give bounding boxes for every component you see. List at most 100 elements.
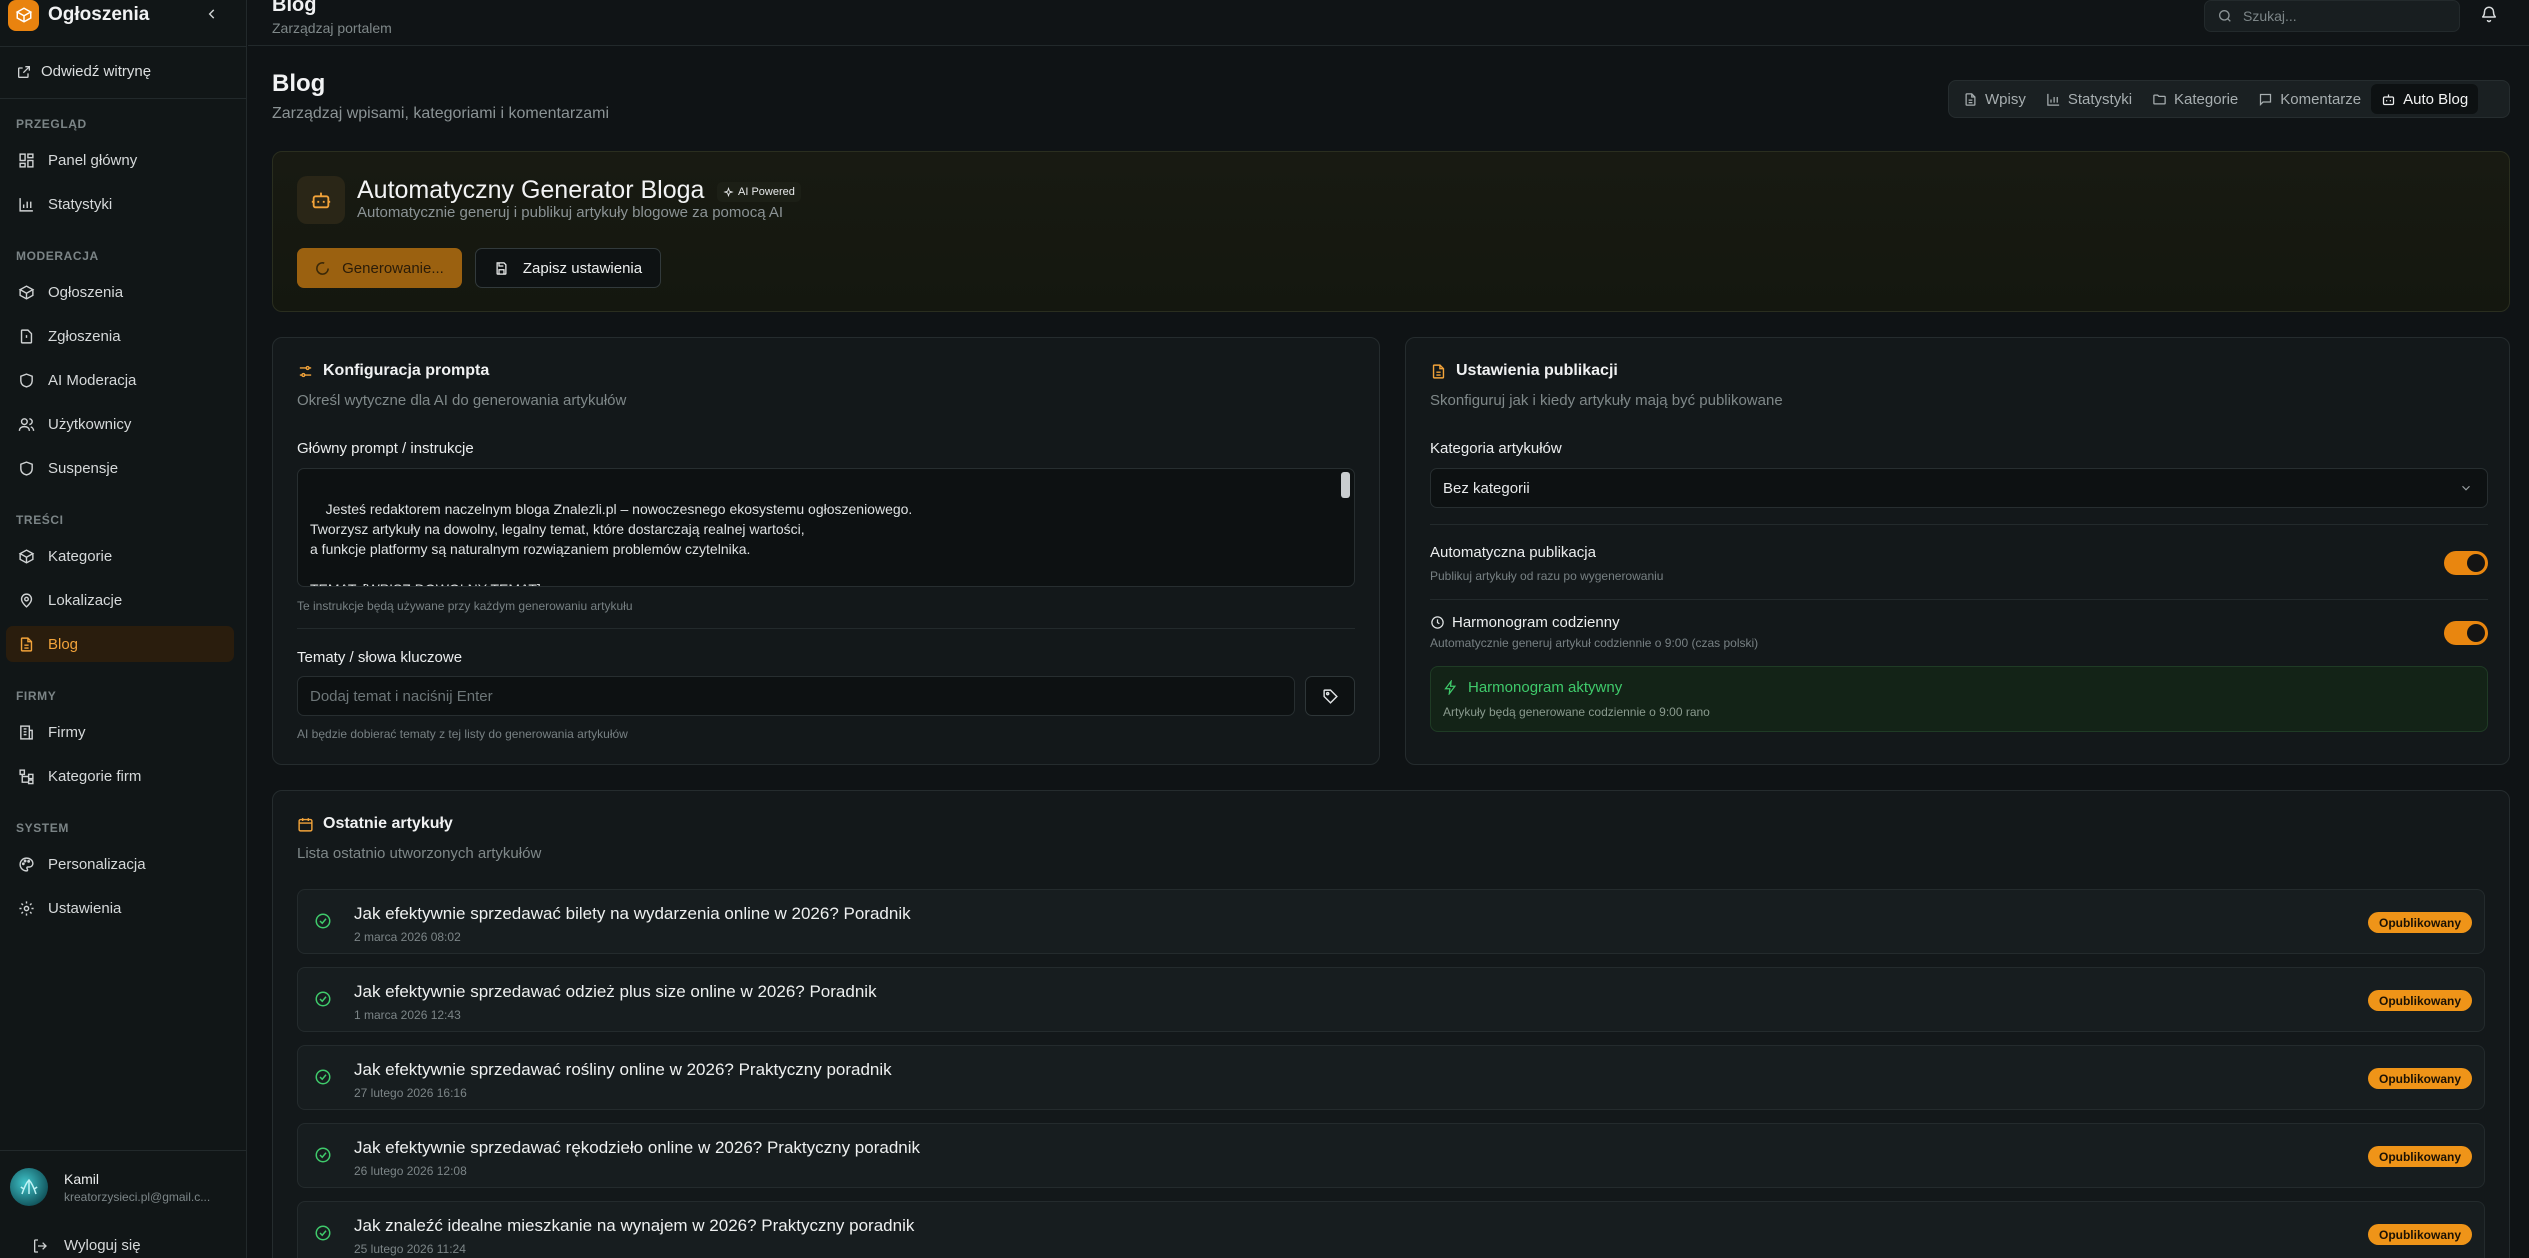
sidebar-item-firm-categories[interactable]: Kategorie firm [6, 758, 234, 794]
grid-icon [17, 151, 35, 169]
search-input[interactable]: Szukaj... [2204, 0, 2460, 32]
generate-button[interactable]: Generowanie... [297, 248, 462, 288]
tab-posts[interactable]: Wpisy [1953, 84, 2036, 114]
brand[interactable]: Ogłoszenia [8, 0, 149, 31]
sidebar-item-firms[interactable]: Firmy [6, 714, 234, 750]
sidebar-item-label: Personalizacja [48, 855, 146, 873]
add-topic-button[interactable] [1305, 676, 1355, 716]
sidebar-item-users[interactable]: Użytkownicy [6, 406, 234, 442]
article-title: Jak efektywnie sprzedawać rośliny online… [354, 1060, 892, 1079]
calendar-icon [297, 816, 314, 833]
tab-label: Auto Blog [2403, 90, 2469, 108]
search-placeholder: Szukaj... [2243, 8, 2297, 24]
topbar-title: Blog [272, 0, 317, 16]
sidebar-item-stats[interactable]: Statystyki [6, 186, 234, 222]
logout-button[interactable]: Wyloguj się [34, 1237, 141, 1254]
tab-label: Wpisy [1985, 90, 2026, 108]
check-circle-icon [314, 1068, 332, 1086]
generator-subtitle: Automatycznie generuj i publikuj artykuł… [357, 204, 784, 221]
topbar-subtitle: Zarządzaj portalem [272, 20, 392, 36]
category-select[interactable]: Bez kategorii [1430, 468, 2488, 508]
tab-categories[interactable]: Kategorie [2142, 84, 2248, 114]
save-settings-button[interactable]: Zapisz ustawienia [475, 248, 661, 288]
check-circle-icon [314, 1146, 332, 1164]
sidebar-item-reports[interactable]: Zgłoszenia [6, 318, 234, 354]
map-pin-icon [17, 591, 35, 609]
topics-input[interactable]: Dodaj temat i naciśnij Enter [297, 676, 1295, 716]
search-icon [2217, 8, 2233, 27]
building-icon [17, 723, 35, 741]
list-item[interactable]: Jak efektywnie sprzedawać rośliny online… [297, 1045, 2485, 1110]
check-circle-icon [314, 912, 332, 930]
topics-label: Tematy / słowa kluczowe [297, 649, 463, 666]
schedule-toggle[interactable] [2444, 621, 2488, 645]
schedule-active-notice: Harmonogram aktywny Artykuły będą genero… [1430, 666, 2488, 732]
recent-articles-subtitle: Lista ostatnio utworzonych artykułów [297, 845, 542, 862]
package-icon [17, 283, 35, 301]
tab-stats[interactable]: Statystyki [2036, 84, 2142, 114]
list-item[interactable]: Jak efektywnie sprzedawać rękodzieło onl… [297, 1123, 2485, 1188]
prompt-config-subtitle: Określ wytyczne dla AI do generowania ar… [297, 392, 627, 409]
sidebar-item-label: Blog [48, 635, 79, 653]
article-date: 1 marca 2026 12:43 [354, 1008, 461, 1022]
sidebar-item-personalization[interactable]: Personalizacja [6, 846, 234, 882]
message-icon [2258, 92, 2273, 107]
sliders-icon [297, 363, 314, 380]
category-value: Bez kategorii [1443, 479, 1530, 497]
collapse-sidebar-button[interactable] [200, 2, 224, 26]
chevron-left-icon [208, 9, 215, 19]
tab-comments[interactable]: Komentarze [2248, 84, 2371, 114]
zap-icon [1443, 680, 1458, 695]
textarea-scrollbar[interactable] [1341, 472, 1350, 498]
main-prompt-textarea[interactable]: Jesteś redaktorem naczelnym bloga Znalez… [297, 468, 1355, 587]
save-icon [494, 261, 509, 276]
sidebar-item-categories[interactable]: Kategorie [6, 538, 234, 574]
avatar [10, 1168, 48, 1206]
sidebar-item-label: Firmy [48, 723, 86, 741]
section-moderation: MODERACJA [16, 249, 99, 263]
article-title: Jak efektywnie sprzedawać rękodzieło onl… [354, 1138, 921, 1157]
gear-icon [17, 899, 35, 917]
user-profile[interactable]: Kamil kreatorzysieci.pl@gmail.c... [10, 1168, 210, 1206]
list-item[interactable]: Jak efektywnie sprzedawać bilety na wyda… [297, 889, 2485, 954]
sidebar-item-label: Kategorie firm [48, 767, 142, 785]
sidebar-item-suspensions[interactable]: Suspensje [6, 450, 234, 486]
schedule-title: Harmonogram codzienny [1452, 614, 1620, 631]
tab-auto-blog[interactable]: Auto Blog [2371, 84, 2479, 114]
sidebar-divider [0, 98, 247, 99]
network-icon [17, 767, 35, 785]
blog-tabs: Wpisy Statystyki Kategorie Komentarze Au… [1948, 80, 2510, 118]
list-item[interactable]: Jak efektywnie sprzedawać odzież plus si… [297, 967, 2485, 1032]
article-date: 2 marca 2026 08:02 [354, 930, 461, 944]
sidebar-item-label: Lokalizacje [48, 591, 123, 609]
sidebar-item-dashboard[interactable]: Panel główny [6, 142, 234, 178]
logout-icon [32, 1238, 48, 1258]
article-date: 27 lutego 2026 16:16 [354, 1086, 467, 1100]
auto-publish-toggle[interactable] [2444, 551, 2488, 575]
visit-site-link[interactable]: Odwiedź witrynę [16, 63, 151, 80]
box-icon [8, 0, 39, 31]
sidebar-divider [0, 1150, 247, 1151]
bar-chart-icon [17, 195, 35, 213]
tab-label: Statystyki [2067, 90, 2133, 108]
article-date: 26 lutego 2026 12:08 [354, 1164, 467, 1178]
sidebar-item-label: Panel główny [48, 151, 138, 169]
sidebar-item-settings[interactable]: Ustawienia [6, 890, 234, 926]
notifications-button[interactable] [2480, 5, 2498, 28]
sidebar-divider [0, 46, 247, 47]
chevron-down-icon [2462, 485, 2470, 491]
sidebar-item-blog[interactable]: Blog [6, 626, 234, 662]
publish-settings-title: Ustawienia publikacji [1430, 362, 1618, 380]
divider [1430, 524, 2488, 525]
card-title: Ostatnie artykuły [323, 815, 453, 832]
sidebar-item-ads[interactable]: Ogłoszenia [6, 274, 234, 310]
sidebar-item-ai-moderation[interactable]: AI Moderacja [6, 362, 234, 398]
folder-icon [2152, 92, 2167, 107]
file-text-icon [17, 635, 35, 653]
list-item[interactable]: Jak znaleźć idealne mieszkanie na wynaje… [297, 1201, 2485, 1258]
sidebar-item-label: Ustawienia [48, 899, 122, 917]
sidebar-item-locations[interactable]: Lokalizacje [6, 582, 234, 618]
divider [1430, 599, 2488, 600]
sidebar-item-label: Użytkownicy [48, 415, 132, 433]
shield-icon [17, 371, 35, 389]
